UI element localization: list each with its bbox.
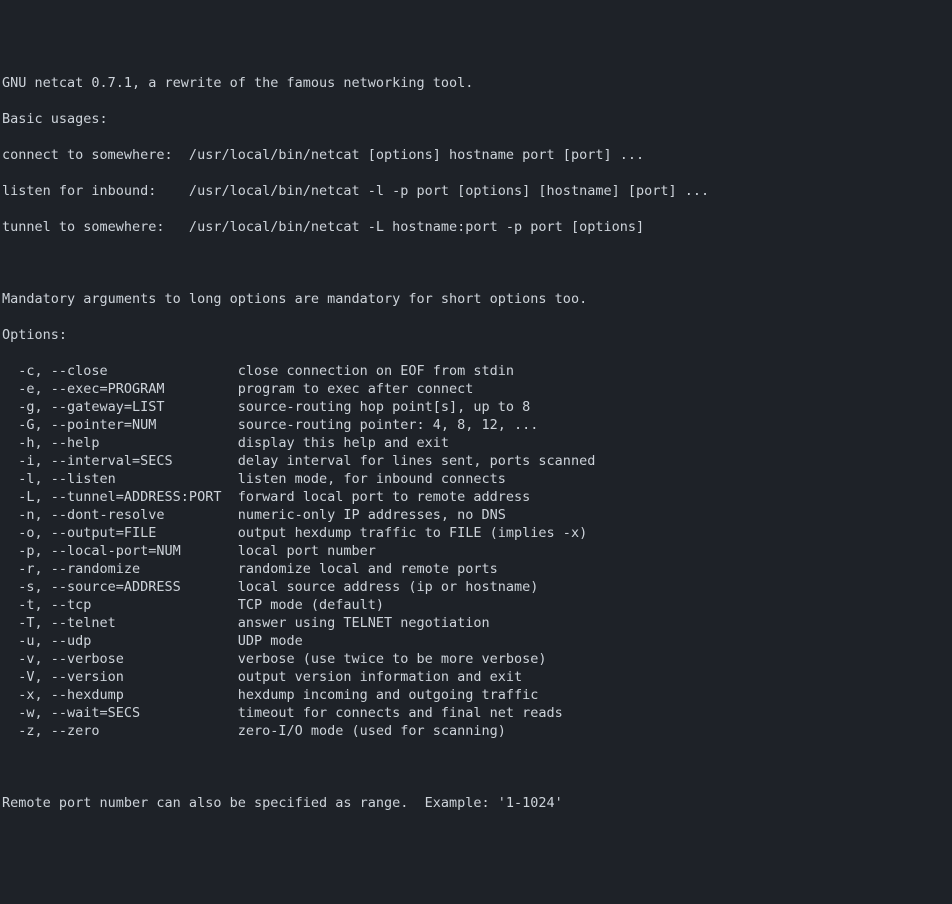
option-line: -s, --source=ADDRESS local source addres… xyxy=(2,578,950,596)
option-line: -r, --randomize randomize local and remo… xyxy=(2,560,950,578)
option-line: -v, --verbose verbose (use twice to be m… xyxy=(2,650,950,668)
option-line: -u, --udp UDP mode xyxy=(2,632,950,650)
option-line: -z, --zero zero-I/O mode (used for scann… xyxy=(2,722,950,740)
usage-tunnel: tunnel to somewhere: /usr/local/bin/netc… xyxy=(2,218,950,236)
usage-listen: listen for inbound: /usr/local/bin/netca… xyxy=(2,182,950,200)
option-line: -p, --local-port=NUM local port number xyxy=(2,542,950,560)
mandatory-note: Mandatory arguments to long options are … xyxy=(2,290,950,308)
blank-line xyxy=(2,254,950,272)
option-line: -h, --help display this help and exit xyxy=(2,434,950,452)
option-line: -T, --telnet answer using TELNET negotia… xyxy=(2,614,950,632)
footer-note: Remote port number can also be specified… xyxy=(2,794,950,812)
usage-connect: connect to somewhere: /usr/local/bin/net… xyxy=(2,146,950,164)
option-line: -V, --version output version information… xyxy=(2,668,950,686)
option-line: -l, --listen listen mode, for inbound co… xyxy=(2,470,950,488)
option-line: -o, --output=FILE output hexdump traffic… xyxy=(2,524,950,542)
header-line: GNU netcat 0.7.1, a rewrite of the famou… xyxy=(2,74,950,92)
option-line: -G, --pointer=NUM source-routing pointer… xyxy=(2,416,950,434)
usages-title: Basic usages: xyxy=(2,110,950,128)
option-line: -x, --hexdump hexdump incoming and outgo… xyxy=(2,686,950,704)
option-line: -t, --tcp TCP mode (default) xyxy=(2,596,950,614)
option-line: -n, --dont-resolve numeric-only IP addre… xyxy=(2,506,950,524)
option-line: -c, --close close connection on EOF from… xyxy=(2,362,950,380)
option-line: -i, --interval=SECS delay interval for l… xyxy=(2,452,950,470)
blank-line xyxy=(2,758,950,776)
options-block: -c, --close close connection on EOF from… xyxy=(2,362,950,740)
option-line: -g, --gateway=LIST source-routing hop po… xyxy=(2,398,950,416)
option-line: -e, --exec=PROGRAM program to exec after… xyxy=(2,380,950,398)
options-title: Options: xyxy=(2,326,950,344)
option-line: -w, --wait=SECS timeout for connects and… xyxy=(2,704,950,722)
option-line: -L, --tunnel=ADDRESS:PORT forward local … xyxy=(2,488,950,506)
